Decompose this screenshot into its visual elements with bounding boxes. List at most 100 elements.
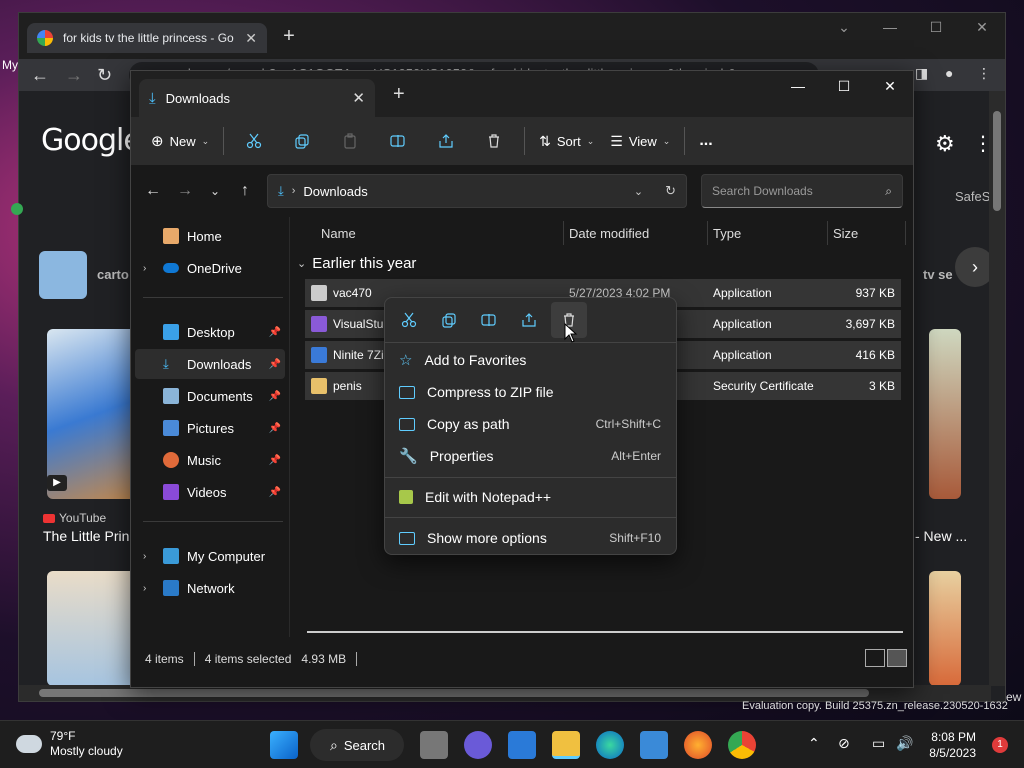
volume-icon[interactable]: 🔊 (896, 735, 913, 752)
expand-chevron-icon[interactable]: › (143, 551, 146, 562)
up-icon[interactable]: ↑ (233, 179, 257, 203)
menu-item-show-more-options[interactable]: Show more options Shift+F10 (391, 523, 671, 553)
sidebar-item-downloads[interactable]: ⤓ Downloads 📌 (135, 349, 285, 379)
weather-widget[interactable]: 79°F Mostly cloudy (16, 729, 123, 759)
menu-item-edit-notepad[interactable]: Edit with Notepad++ (391, 482, 671, 512)
tab-search-icon[interactable]: ⌄ (821, 13, 867, 41)
cartoon-thumbnail[interactable] (39, 251, 87, 299)
column-header-size[interactable]: Size (833, 217, 858, 249)
network-status-icon[interactable]: ⊘ (838, 735, 850, 752)
close-tab-icon[interactable]: ✕ (245, 30, 257, 47)
start-icon[interactable] (270, 731, 298, 759)
more-options-button[interactable]: ... (691, 124, 720, 158)
sort-button[interactable]: ⇅ Sort ⌄ (531, 124, 602, 158)
forward-icon[interactable]: → (173, 179, 197, 203)
profile-icon[interactable]: ● (945, 65, 953, 81)
display-icon[interactable]: ▭ (872, 735, 885, 752)
chrome-icon[interactable] (728, 731, 756, 759)
delete-button[interactable] (470, 124, 518, 158)
firefox-icon[interactable] (684, 731, 712, 759)
sidepanel-icon[interactable]: ◨ (915, 65, 928, 82)
group-header[interactable]: ⌄ Earlier this year (297, 255, 416, 272)
search-box[interactable]: ⌕ (701, 174, 903, 208)
reload-icon[interactable]: ↻ (97, 65, 112, 86)
mail-icon[interactable] (508, 731, 536, 759)
sidebar-item-desktop[interactable]: Desktop 📌 (135, 317, 285, 347)
menu-item-properties[interactable]: 🔧 Properties Alt+Enter (391, 441, 671, 471)
menu-item-add-to-favorites[interactable]: ☆ Add to Favorites (391, 345, 671, 375)
explorer-tab-downloads[interactable]: ⤓ Downloads ✕ (139, 79, 375, 117)
pin-icon[interactable]: 📌 (269, 423, 281, 434)
sidebar-item-music[interactable]: Music 📌 (135, 445, 285, 475)
recent-locations-icon[interactable]: ⌄ (203, 179, 227, 203)
new-tab-button[interactable]: + (277, 25, 301, 49)
tv-series-chip-label[interactable]: tv se (923, 267, 953, 282)
pin-icon[interactable]: 📌 (269, 487, 281, 498)
sidebar-item-videos[interactable]: Videos 📌 (135, 477, 285, 507)
forward-icon[interactable]: → (65, 65, 83, 86)
sidebar-item-documents[interactable]: Documents 📌 (135, 381, 285, 411)
column-header-type[interactable]: Type (713, 217, 741, 249)
pin-icon[interactable]: 📌 (269, 391, 281, 402)
address-bar[interactable]: ⤓ › Downloads ⌄ ↻ (267, 174, 687, 208)
maximize-button[interactable]: ☐ (821, 71, 867, 101)
edge-icon[interactable] (596, 731, 624, 759)
close-tab-icon[interactable]: ✕ (352, 89, 365, 107)
cut-action[interactable] (391, 302, 427, 338)
pin-icon[interactable]: 📌 (269, 327, 281, 338)
minimize-button[interactable]: — (775, 71, 821, 101)
teams-chat-icon[interactable] (464, 731, 492, 759)
new-tab-button[interactable]: + (393, 83, 405, 106)
expand-chevron-icon[interactable]: › (143, 583, 146, 594)
result-title-new[interactable]: - New ... (915, 528, 967, 544)
column-header-name[interactable]: Name (321, 217, 356, 249)
result-title[interactable]: The Little Prin (43, 528, 129, 544)
sidebar-item-pictures[interactable]: Pictures 📌 (135, 413, 285, 443)
minimize-button[interactable]: — (867, 13, 913, 41)
share-button[interactable] (422, 124, 470, 158)
store-icon[interactable] (640, 731, 668, 759)
sidebar-item-onedrive[interactable]: › OneDrive (135, 253, 285, 283)
expand-chevron-icon[interactable]: › (143, 263, 146, 274)
maximize-button[interactable]: ☐ (913, 13, 959, 41)
paste-button[interactable] (326, 124, 374, 158)
search-input[interactable] (712, 184, 886, 198)
copy-action[interactable] (431, 302, 467, 338)
breadcrumb[interactable]: Downloads (303, 184, 625, 199)
rename-action[interactable] (471, 302, 507, 338)
clock[interactable]: 8:08 PM 8/5/2023 (929, 729, 976, 761)
notification-badge[interactable]: 1 (992, 737, 1008, 753)
refresh-icon[interactable]: ↻ (665, 183, 676, 199)
pin-icon[interactable]: 📌 (269, 359, 281, 370)
chrome-tab[interactable]: for kids tv the little princess - Go ✕ (27, 23, 267, 53)
show-hidden-icons-icon[interactable]: ⌃ (808, 735, 820, 752)
sidebar-item-my-computer[interactable]: › My Computer (135, 541, 285, 571)
horizontal-scrollbar[interactable] (307, 631, 903, 633)
back-icon[interactable]: ← (31, 65, 49, 86)
menu-item-compress-zip[interactable]: Compress to ZIP file (391, 377, 671, 407)
menu-item-copy-as-path[interactable]: Copy as path Ctrl+Shift+C (391, 409, 671, 439)
new-button[interactable]: ⊕ New ⌄ (143, 124, 217, 158)
cartoon-chip-label[interactable]: carto (97, 267, 129, 282)
cut-button[interactable] (230, 124, 278, 158)
view-button[interactable]: ☰ View ⌄ (602, 124, 678, 158)
column-header-date[interactable]: Date modified (569, 217, 649, 249)
file-explorer-icon[interactable] (552, 731, 580, 759)
settings-gear-icon[interactable]: ⚙ (935, 131, 955, 157)
tiles-view-button[interactable] (887, 649, 907, 667)
close-button[interactable]: ✕ (867, 71, 913, 101)
safesearch-label[interactable]: SafeS (955, 189, 990, 204)
task-view-icon[interactable] (420, 731, 448, 759)
close-button[interactable]: ✕ (959, 13, 1005, 41)
taskbar-search[interactable]: ⌕ Search (310, 729, 404, 761)
image-result-3[interactable] (929, 329, 961, 499)
vertical-scrollbar[interactable] (989, 91, 1005, 686)
share-action[interactable] (511, 302, 547, 338)
details-view-button[interactable] (865, 649, 885, 667)
pin-icon[interactable]: 📌 (269, 455, 281, 466)
sidebar-item-home[interactable]: Home (135, 221, 285, 251)
sidebar-item-network[interactable]: › Network (135, 573, 285, 603)
image-result-4[interactable] (929, 571, 961, 686)
chevron-down-icon[interactable]: ⌄ (634, 185, 643, 198)
back-icon[interactable]: ← (141, 179, 165, 203)
